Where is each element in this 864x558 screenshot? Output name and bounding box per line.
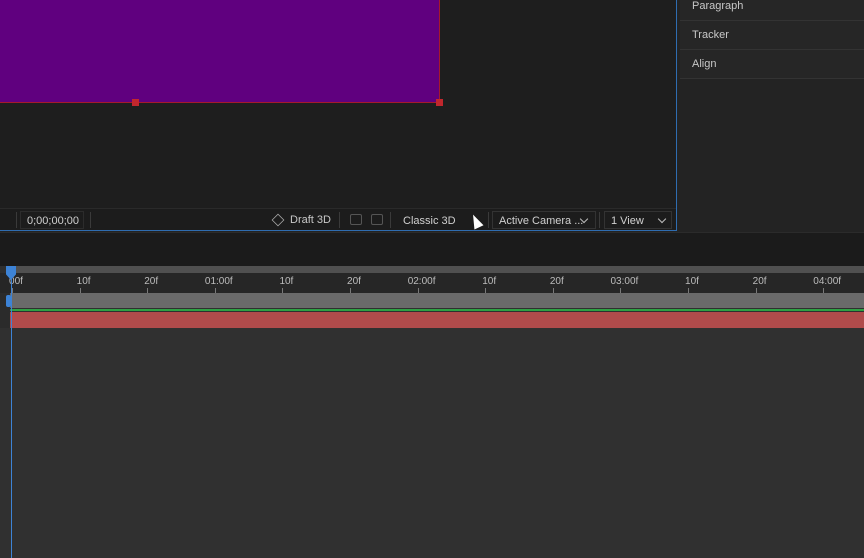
panel-paragraph[interactable]: Paragraph bbox=[680, 0, 864, 21]
timeline-header bbox=[0, 232, 864, 266]
ruler-tick-label: 01:00f bbox=[204, 276, 233, 287]
ruler-tick-label: 10f bbox=[482, 276, 497, 287]
render-progress-line bbox=[10, 309, 864, 311]
extended-viewer-icon[interactable] bbox=[371, 214, 383, 225]
ruler-tick-label: 20f bbox=[752, 276, 767, 287]
composition-viewer[interactable]: 0;00;00;00 Draft 3D Classic 3D Active Ca… bbox=[0, 0, 677, 231]
ruler-tick-label: 10f bbox=[76, 276, 91, 287]
ruler-tick-label: 10f bbox=[279, 276, 294, 287]
playhead-line[interactable] bbox=[11, 266, 12, 558]
time-ruler[interactable]: 00f 10f 20f 01:00f 10f 20f 02:00f 10f 20f 03:00f 1… bbox=[0, 273, 864, 293]
divider bbox=[90, 212, 91, 228]
panel-label: Paragraph bbox=[692, 0, 744, 12]
divider bbox=[390, 212, 391, 228]
timecode-value: 0;00;00;00 bbox=[27, 215, 79, 227]
ruler-tick-label: 03:00f bbox=[610, 276, 639, 287]
work-area-bar[interactable] bbox=[10, 293, 864, 308]
renderer-value: Classic 3D bbox=[403, 215, 456, 227]
layer-duration-bar[interactable] bbox=[10, 312, 864, 328]
timecode-field[interactable]: 0;00;00;00 bbox=[20, 211, 84, 229]
solid-layer-preview[interactable] bbox=[0, 0, 440, 103]
viewer-toolbar: 0;00;00;00 Draft 3D Classic 3D Active Ca… bbox=[0, 208, 676, 230]
divider bbox=[16, 212, 17, 228]
timeline-panel[interactable]: 00f 10f 20f 01:00f 10f 20f 02:00f 10f 20f 03:00f 1… bbox=[0, 266, 864, 558]
panel-label: Align bbox=[692, 58, 717, 70]
divider bbox=[339, 212, 340, 228]
panel-label: Tracker bbox=[692, 29, 729, 41]
camera-value: Active Camera ... bbox=[499, 215, 584, 227]
ruler-tick-label: 04:00f bbox=[813, 276, 842, 287]
ruler-tick-label: 10f bbox=[685, 276, 699, 287]
view-layout-value: 1 View bbox=[611, 215, 644, 227]
draft3d-label: Draft 3D bbox=[290, 214, 331, 226]
side-panels: Paragraph Tracker Align bbox=[680, 0, 864, 231]
divider bbox=[599, 212, 600, 228]
draft3d-toggle[interactable]: Draft 3D bbox=[271, 209, 331, 231]
panel-tracker[interactable]: Tracker bbox=[680, 21, 864, 50]
layer-area[interactable] bbox=[0, 328, 864, 558]
ruler-tick-label: 20f bbox=[144, 276, 159, 287]
transform-handle-bottom-right[interactable] bbox=[436, 99, 443, 106]
cube-icon bbox=[271, 213, 285, 227]
after-effects-ui: 0;00;00;00 Draft 3D Classic 3D Active Ca… bbox=[0, 0, 864, 558]
ruler-tick-label: 20f bbox=[549, 276, 564, 287]
ground-plane-icon[interactable] bbox=[350, 214, 362, 225]
ruler-tick-label: 02:00f bbox=[407, 276, 436, 287]
panel-align[interactable]: Align bbox=[680, 50, 864, 79]
transform-handle-bottom-mid[interactable] bbox=[132, 99, 139, 106]
ruler-tick-label: 20f bbox=[347, 276, 361, 287]
navigator-bar[interactable] bbox=[8, 266, 864, 273]
divider bbox=[488, 212, 489, 228]
